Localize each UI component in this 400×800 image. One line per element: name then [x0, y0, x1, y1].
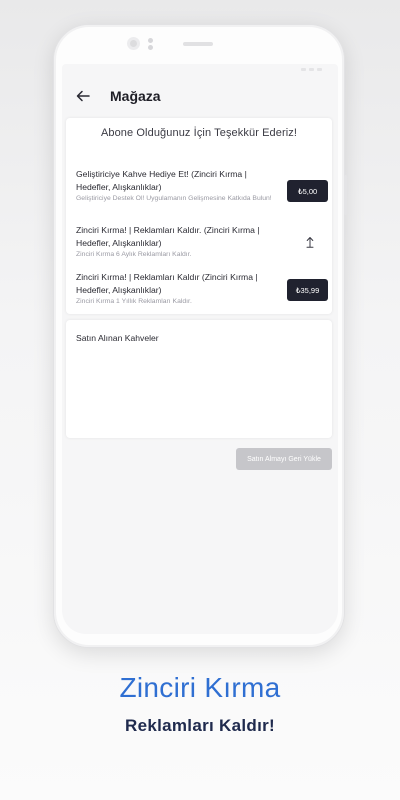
- purchased-coffees-title: Satın Alınan Kahveler: [76, 333, 159, 343]
- sensor-dots: [148, 38, 153, 52]
- product-item-6-month: Zinciri Kırma! | Reklamları Kaldır. (Zin…: [76, 224, 328, 260]
- products-card: Abone Olduğunuz İçin Teşekkür Ederiz! Ge…: [66, 118, 332, 314]
- app-header: Mağaza: [62, 74, 338, 118]
- product-description: Zinciri Kırma 1 Yıllık Reklamları Kaldır…: [76, 298, 192, 305]
- upload-arrow-icon[interactable]: [304, 235, 316, 249]
- buy-coffee-button[interactable]: ₺5,00: [287, 180, 328, 202]
- product-description: Zinciri Kırma 6 Aylık Reklamları Kaldır.: [76, 251, 192, 258]
- product-title: Zinciri Kırma! | Reklamları Kaldır. (Zin…: [76, 225, 260, 248]
- arrow-left-icon[interactable]: [74, 87, 92, 105]
- purchased-coffees-card: Satın Alınan Kahveler: [66, 320, 332, 438]
- thanks-message: Abone Olduğunuz İçin Teşekkür Ederiz!: [100, 127, 298, 139]
- product-title: Geliştiriciye Kahve Hediye Et! (Zinciri …: [76, 169, 247, 192]
- status-bar: [62, 64, 338, 74]
- buy-1-year-button[interactable]: ₺35,99: [287, 279, 328, 301]
- camera-icon: [127, 37, 140, 50]
- speaker-grille: [183, 42, 213, 46]
- product-item-1-year: Zinciri Kırma! | Reklamları Kaldır (Zinc…: [76, 271, 328, 307]
- phone-side-button: [344, 175, 347, 215]
- page-title: Mağaza: [110, 88, 161, 104]
- product-item-coffee: Geliştiriciye Kahve Hediye Et! (Zinciri …: [76, 168, 328, 204]
- product-title: Zinciri Kırma! | Reklamları Kaldır (Zinc…: [76, 272, 258, 295]
- restore-purchase-button[interactable]: Satın Almayı Geri Yükle: [236, 448, 332, 470]
- product-description: Geliştiriciye Destek Ol! Uygulamanın Gel…: [76, 195, 272, 202]
- caption-subtitle: Reklamları Kaldır!: [125, 716, 275, 735]
- caption-title: Zinciri Kırma: [119, 672, 281, 703]
- app-screen: Mağaza Abone Olduğunuz İçin Teşekkür Ede…: [62, 64, 338, 634]
